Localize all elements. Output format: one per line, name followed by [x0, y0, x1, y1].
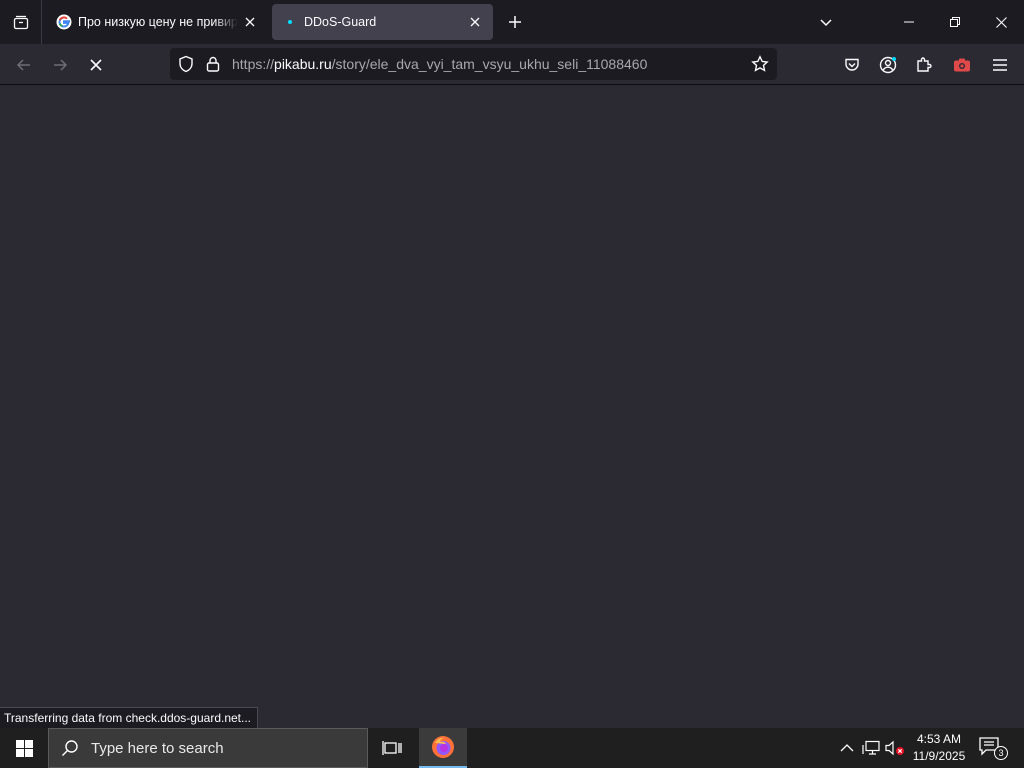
network-icon[interactable]: [861, 738, 881, 758]
back-button[interactable]: [9, 50, 39, 80]
loading-dot-icon: [282, 14, 298, 30]
url-path: /story/ele_dva_vyi_tam_vsyu_ukhu_seli_11…: [331, 56, 648, 72]
navigation-toolbar: https://pikabu.ru/story/ele_dva_vyi_tam_…: [0, 44, 1024, 85]
tab-google[interactable]: Про низкую цену не привирай: [46, 4, 268, 40]
restore-button[interactable]: [932, 0, 978, 44]
stop-button[interactable]: [81, 50, 111, 80]
tab-title: Про низкую цену не привирай: [78, 15, 238, 29]
page-content: [0, 85, 1024, 728]
stop-icon: [90, 59, 102, 71]
tab-strip: Про низкую цену не привирай DDoS-Guard: [0, 0, 1024, 44]
windows-logo-icon: [15, 739, 33, 757]
puzzle-icon: [917, 57, 932, 72]
search-icon: [62, 740, 78, 756]
plus-icon: [509, 16, 521, 28]
arrow-left-icon: [16, 59, 30, 71]
status-panel: Transferring data from check.ddos-guard.…: [0, 707, 259, 728]
pocket-icon: [845, 58, 859, 71]
account-button[interactable]: [873, 50, 903, 80]
url-bar[interactable]: https://pikabu.ru/story/ele_dva_vyi_tam_…: [170, 48, 777, 80]
task-view-icon: [382, 741, 402, 755]
chevron-down-icon: [820, 19, 832, 27]
clock-date: 11/9/2025: [912, 749, 966, 763]
url-host: pikabu.ru: [274, 56, 332, 72]
tracking-protection-shield-icon[interactable]: [176, 54, 196, 74]
start-button[interactable]: [0, 728, 48, 768]
taskbar-firefox[interactable]: [419, 728, 467, 768]
search-placeholder: Type here to search: [91, 739, 224, 757]
chevron-up-icon[interactable]: [837, 738, 857, 758]
system-clock[interactable]: 4:53 AM 11/9/2025: [906, 731, 972, 765]
notification-count-badge: 3: [994, 746, 1008, 760]
close-tab-icon[interactable]: [242, 14, 258, 30]
volume-muted-icon[interactable]: [885, 738, 905, 758]
new-tab-button[interactable]: [503, 10, 527, 34]
arrow-right-icon: [54, 59, 68, 71]
bookmark-star-icon[interactable]: [750, 54, 770, 74]
google-icon: [56, 14, 72, 30]
hamburger-menu-icon: [993, 59, 1007, 71]
action-center-button[interactable]: 3: [978, 736, 1008, 760]
extensions-button[interactable]: [909, 50, 939, 80]
tab-ddos-guard[interactable]: DDoS-Guard: [272, 4, 493, 40]
list-all-tabs-button[interactable]: [803, 0, 849, 44]
minimize-button[interactable]: [886, 0, 932, 44]
tab-title: DDoS-Guard: [304, 15, 377, 29]
firefox-icon: [432, 736, 454, 758]
camera-icon: [954, 58, 970, 72]
close-window-button[interactable]: [978, 0, 1024, 44]
lock-icon[interactable]: [203, 54, 223, 74]
screenshot-button[interactable]: [947, 50, 977, 80]
taskbar-search-box[interactable]: Type here to search: [48, 728, 368, 768]
account-icon: [879, 56, 897, 74]
taskbar: Type here to search 4:53 AM 11/9/2025 3: [0, 728, 1024, 768]
pocket-button[interactable]: [837, 50, 867, 80]
forward-button[interactable]: [45, 50, 75, 80]
url-scheme: https://: [232, 56, 275, 72]
clock-time: 4:53 AM: [916, 732, 962, 746]
minimize-icon: [904, 21, 914, 23]
task-view-button[interactable]: [368, 728, 416, 768]
firefox-view-button[interactable]: [0, 0, 42, 44]
restore-icon: [950, 17, 960, 27]
close-icon: [995, 16, 1007, 28]
firefox-view-icon: [13, 15, 28, 30]
close-tab-icon[interactable]: [467, 14, 483, 30]
app-menu-button[interactable]: [985, 50, 1015, 80]
url-text: https://pikabu.ru/story/ele_dva_vyi_tam_…: [232, 56, 647, 72]
